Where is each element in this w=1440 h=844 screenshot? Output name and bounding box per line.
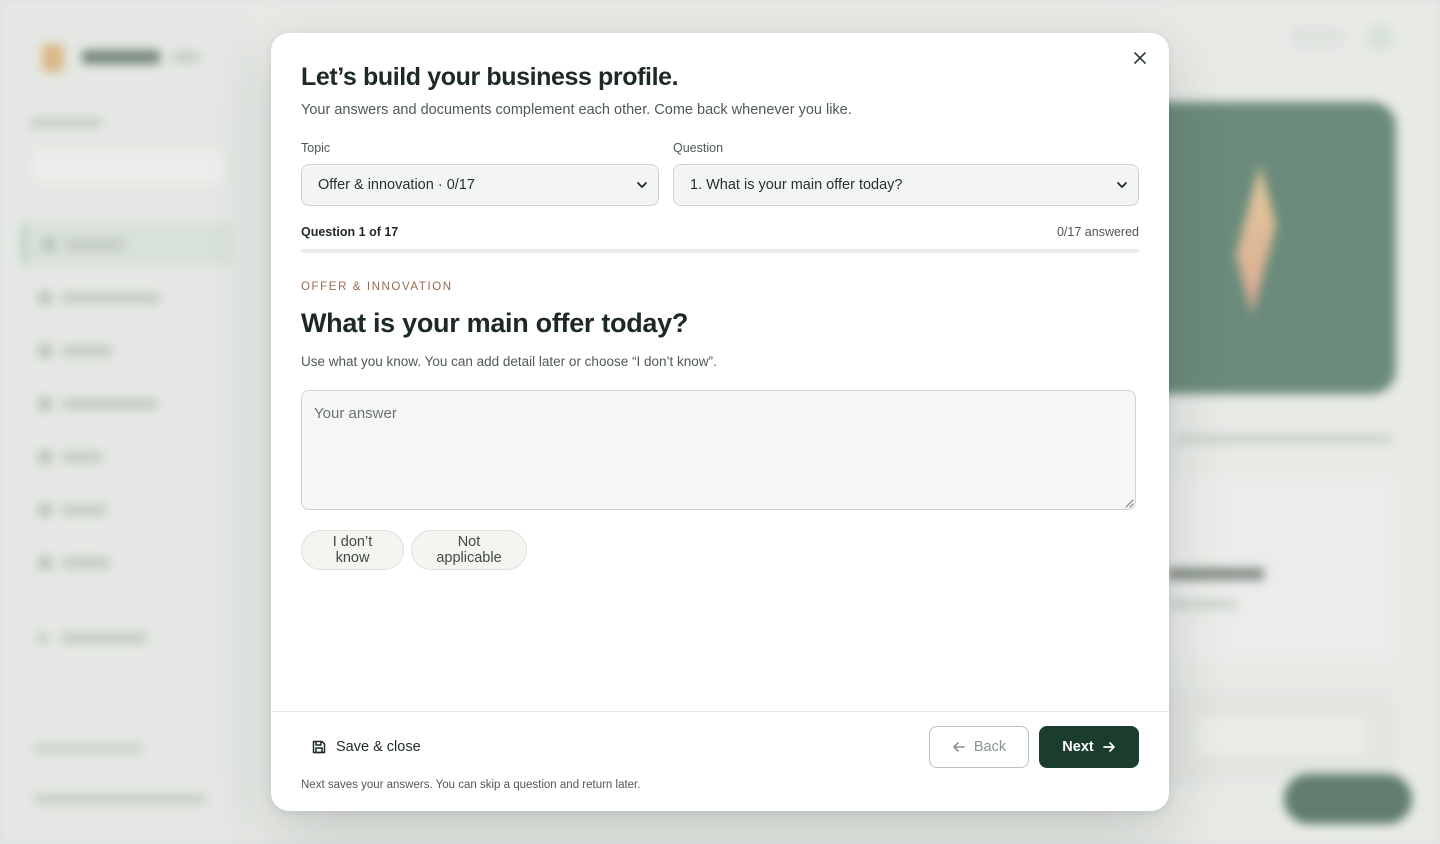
save-icon bbox=[312, 740, 326, 754]
close-button[interactable] bbox=[1129, 47, 1151, 69]
progress-label: Question 1 of 17 bbox=[301, 225, 399, 239]
question-select-value: 1. What is your main offer today? bbox=[690, 177, 903, 193]
question-select[interactable]: 1. What is your main offer today? bbox=[673, 164, 1139, 206]
not-applicable-button[interactable]: Not applicable bbox=[411, 530, 527, 570]
arrow-right-icon bbox=[1102, 742, 1115, 752]
answer-input[interactable] bbox=[301, 390, 1136, 510]
progress-answered-count: 0/17 answered bbox=[1056, 225, 1139, 239]
progress-bar bbox=[301, 249, 1139, 253]
business-profile-modal: Let’s build your business profile. Your … bbox=[271, 33, 1169, 811]
save-and-close-label: Save & close bbox=[336, 739, 421, 755]
question-help-text: Use what you know. You can add detail la… bbox=[301, 354, 717, 369]
footer-note: Next saves your answers. You can skip a … bbox=[301, 779, 641, 791]
question-label: Question bbox=[673, 141, 724, 155]
next-label: Next bbox=[1062, 739, 1094, 755]
dont-know-button[interactable]: I don’t know bbox=[301, 530, 404, 570]
chevron-down-icon bbox=[1117, 182, 1127, 188]
topic-select-value: Offer & innovation · 0/17 bbox=[318, 177, 475, 193]
next-button[interactable]: Next bbox=[1039, 726, 1139, 768]
arrow-left-icon bbox=[953, 742, 965, 752]
question-title: What is your main offer today? bbox=[301, 308, 689, 338]
back-button[interactable]: Back bbox=[929, 726, 1029, 768]
footer-divider bbox=[271, 711, 1169, 712]
save-and-close-button[interactable]: Save & close bbox=[301, 731, 431, 763]
modal-subtitle: Your answers and documents complement ea… bbox=[301, 102, 852, 118]
modal-title: Let’s build your business profile. bbox=[301, 63, 679, 91]
chevron-down-icon bbox=[637, 182, 647, 188]
topic-label: Topic bbox=[301, 141, 331, 155]
resize-handle-icon[interactable] bbox=[1124, 498, 1134, 508]
topic-select[interactable]: Offer & innovation · 0/17 bbox=[301, 164, 659, 206]
back-label: Back bbox=[973, 739, 1007, 755]
close-icon bbox=[1134, 52, 1146, 64]
question-topic-kicker: OFFER & INNOVATION bbox=[301, 281, 453, 293]
